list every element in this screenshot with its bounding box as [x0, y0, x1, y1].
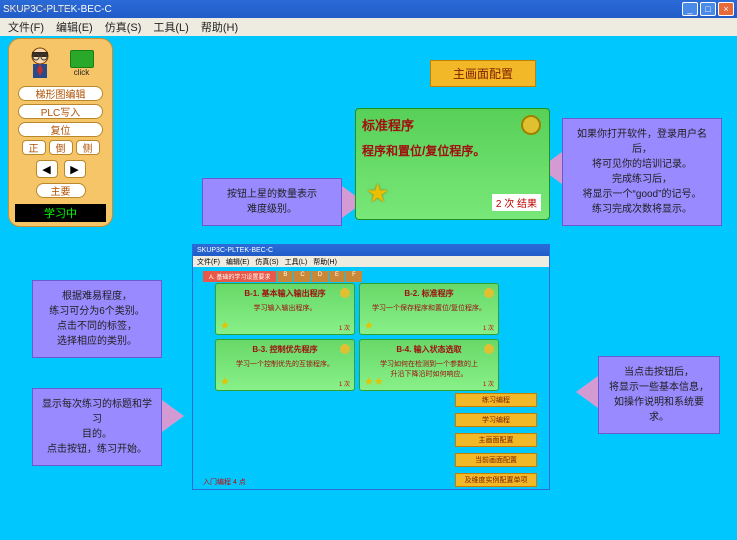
view-back[interactable]: 倒: [49, 140, 73, 155]
inner-menu-item[interactable]: 仿真(S): [255, 257, 278, 267]
menu-file[interactable]: 文件(F): [8, 19, 44, 35]
info-exercise: 显示每次练习的标题和学习目的。点击按钮，练习开始。: [32, 388, 162, 466]
exercise-subtitle: 程序和置位/复位程序。: [362, 142, 543, 159]
mini-result: 1 次: [339, 379, 350, 388]
tab-f[interactable]: F: [346, 271, 362, 282]
info-basic: 当点击按钮后，将显示一些基本信息，如操作说明和系统要求。: [598, 356, 720, 434]
mini-card-title: B-2. 标准程序: [364, 288, 494, 299]
mini-result: 1 次: [483, 379, 494, 388]
mini-result: 1 次: [483, 323, 494, 332]
mini-card-desc: 学习输入输出程序。: [220, 303, 350, 313]
reset-button[interactable]: 复位: [18, 122, 103, 137]
star-icon: ★: [364, 319, 374, 332]
award-icon: [340, 288, 350, 298]
award-icon: [340, 344, 350, 354]
menubar: 文件(F) 编辑(E) 仿真(S) 工具(L) 帮助(H): [0, 18, 737, 36]
menu-edit[interactable]: 编辑(E): [56, 19, 93, 35]
mini-card-title: B-3. 控制优先程序: [220, 344, 350, 355]
click-label: click: [74, 68, 90, 77]
main-config-button[interactable]: 主画面配置: [430, 60, 536, 87]
inner-titlebar: SKUP3C-PLTEK-BEC-C: [193, 245, 549, 256]
exercise-result: 2 次 结果: [492, 194, 541, 211]
maximize-button[interactable]: □: [700, 2, 716, 16]
inner-menubar: 文件(F) 编辑(E) 仿真(S) 工具(L) 帮助(H): [193, 256, 549, 267]
exercise-title: 标准程序: [362, 115, 543, 134]
tab-d[interactable]: D: [312, 271, 328, 282]
exercise-card[interactable]: 标准程序 程序和置位/复位程序。 ★ 2 次 结果: [355, 108, 550, 220]
close-button[interactable]: ×: [718, 2, 734, 16]
mini-card[interactable]: B-2. 标准程序 学习一个保存程序和置位/复位程序。 ★ 1 次: [359, 283, 499, 335]
inner-menu-item[interactable]: 编辑(E): [226, 257, 249, 267]
side-btn[interactable]: 学习编程: [455, 413, 537, 427]
titlebar: SKUP3C-PLTEK-BEC-C _ □ ×: [0, 0, 737, 18]
tab-a[interactable]: A. 基础的学习设置要求: [203, 271, 276, 282]
mini-card-desc: 学习一个控制优先的互锁程序。: [220, 359, 350, 369]
view-front[interactable]: 正: [22, 140, 46, 155]
mini-card-title: B-4. 输入状态选取: [364, 344, 494, 355]
star-icon: ★: [220, 319, 230, 332]
menu-tool[interactable]: 工具(L): [153, 19, 188, 35]
tab-b[interactable]: B: [277, 271, 293, 282]
next-button[interactable]: ▶: [64, 160, 86, 178]
info-star-difficulty: 按钮上星的数量表示难度级别。: [202, 178, 342, 226]
status-bar: 学习中: [15, 204, 106, 222]
menu-sim[interactable]: 仿真(S): [105, 19, 142, 35]
inner-footer: 入门编程 4 点: [203, 477, 246, 487]
star-icon: ★★: [364, 375, 384, 388]
star-icon: ★: [220, 375, 230, 388]
mini-card-title: B-1. 基本输入输出程序: [220, 288, 350, 299]
side-btn[interactable]: 当前画面配置: [455, 453, 537, 467]
tab-e[interactable]: E: [329, 271, 345, 282]
star-icon: ★: [366, 178, 389, 209]
view-side[interactable]: 侧: [76, 140, 100, 155]
ladder-edit-button[interactable]: 梯形图编辑: [18, 86, 103, 101]
inner-window: SKUP3C-PLTEK-BEC-C 文件(F) 编辑(E) 仿真(S) 工具(…: [192, 244, 550, 490]
main-button[interactable]: 主要: [36, 183, 86, 198]
sidebar-panel: click 梯形图编辑 PLC写入 复位 正 倒 侧 ◀ ▶ 主要 学习中: [8, 38, 113, 227]
side-btn[interactable]: 主画面配置: [455, 433, 537, 447]
callout-arrow-icon: [576, 376, 598, 408]
file-icon[interactable]: click: [66, 45, 98, 81]
side-button-column: 练习编程 学习编程 主画面配置 当前画面配置 及维度实例配置单项: [455, 393, 537, 487]
inner-menu-item[interactable]: 文件(F): [197, 257, 220, 267]
side-btn[interactable]: 练习编程: [455, 393, 537, 407]
inner-tabs: A. 基础的学习设置要求 B C D E F: [203, 271, 545, 282]
exercise-grid: B-1. 基本输入输出程序 学习输入输出程序。 ★ 1 次 B-2. 标准程序 …: [215, 283, 499, 391]
mini-card[interactable]: B-1. 基本输入输出程序 学习输入输出程序。 ★ 1 次: [215, 283, 355, 335]
info-training-record: 如果你打开软件，登录用户名后，将可见你的培训记录。完成练习后，将显示一个“goo…: [562, 118, 722, 226]
prev-button[interactable]: ◀: [36, 160, 58, 178]
inner-menu-item[interactable]: 工具(L): [285, 257, 308, 267]
mini-card-desc: 学习一个保存程序和置位/复位程序。: [364, 303, 494, 313]
plc-write-button[interactable]: PLC写入: [18, 104, 103, 119]
minimize-button[interactable]: _: [682, 2, 698, 16]
folder-icon: [70, 50, 94, 68]
inner-menu-item[interactable]: 帮助(H): [313, 257, 337, 267]
award-icon: [521, 115, 541, 135]
award-icon: [484, 288, 494, 298]
watermark: www.cr157.com: [6, 3, 70, 13]
menu-help[interactable]: 帮助(H): [201, 19, 238, 35]
mini-card[interactable]: B-3. 控制优先程序 学习一个控制优先的互锁程序。 ★ 1 次: [215, 339, 355, 391]
award-icon: [484, 344, 494, 354]
mini-result: 1 次: [339, 323, 350, 332]
mini-card[interactable]: B-4. 输入状态选取 学习如何在检测到一个参数的上升沿下降沿时如何响应。 ★★…: [359, 339, 499, 391]
avatar-icon: [24, 45, 56, 81]
window-controls: _ □ ×: [682, 2, 734, 16]
side-btn[interactable]: 及维度实例配置单项: [455, 473, 537, 487]
callout-arrow-icon: [162, 400, 184, 432]
tab-c[interactable]: C: [294, 271, 310, 282]
info-category: 根据难易程度，练习可分为6个类别。点击不同的标签，选择相应的类别。: [32, 280, 162, 358]
